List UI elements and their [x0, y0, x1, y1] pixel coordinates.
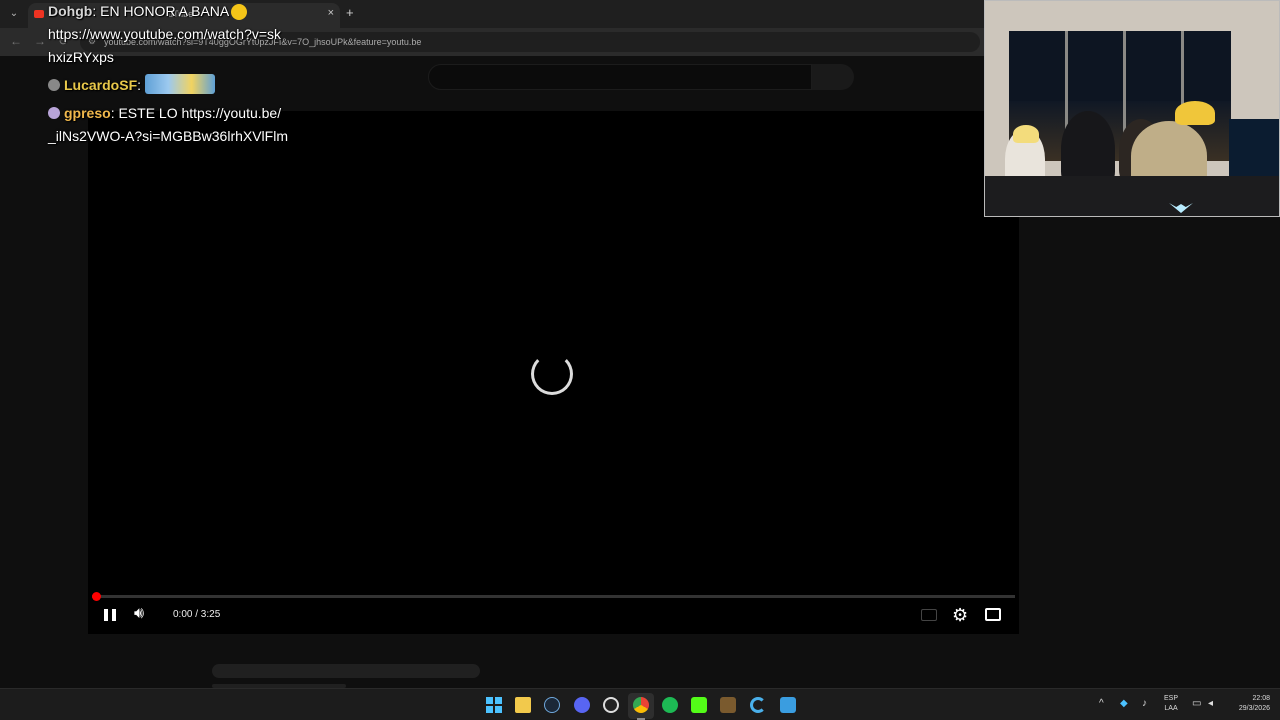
badge-icon — [48, 79, 60, 91]
back-icon[interactable]: ← — [10, 34, 22, 48]
lang-layout: LAA — [1164, 705, 1178, 712]
clock[interactable]: 22:08 29/3/2026 — [1226, 694, 1270, 714]
webcam-person-hat — [1175, 101, 1215, 125]
youtube-favicon — [34, 10, 44, 18]
kick-icon[interactable] — [691, 697, 707, 713]
chat-username: gpreso — [64, 105, 111, 121]
speaker-icon[interactable]: ◂ — [1208, 698, 1213, 709]
subtitles-icon[interactable] — [921, 609, 937, 621]
video-player[interactable]: 🔊︎ 0:00 / 3:25 ⚙ — [88, 111, 1019, 634]
tray-chevron-icon[interactable]: ^ — [1099, 698, 1104, 709]
webcam-overlay — [984, 0, 1280, 217]
chat-text: EN HONOR A BANA — [100, 3, 230, 19]
windows-start-icon[interactable] — [486, 697, 502, 713]
chevron-down-icon[interactable]: ⌄ — [6, 6, 22, 22]
theater-icon[interactable] — [985, 608, 1001, 621]
lang-code: ESP — [1164, 695, 1179, 702]
chat-message: gpreso: ESTE LO https://youtu.be/_ilNs2V… — [48, 105, 288, 144]
clock-time: 22:08 — [1252, 695, 1270, 702]
notepad-icon[interactable] — [780, 697, 796, 713]
search-button[interactable] — [812, 64, 854, 90]
chat-message: LucardoSF: — [48, 74, 288, 97]
webcam-desk — [985, 176, 1279, 216]
spinner-icon — [531, 353, 573, 395]
discord-icon[interactable] — [574, 697, 590, 713]
forward-icon[interactable]: → — [34, 34, 46, 48]
steam-icon[interactable] — [544, 697, 560, 713]
time-display: 0:00 / 3:25 — [173, 609, 221, 620]
webcam-monitor — [1229, 119, 1279, 179]
badge-icon — [48, 107, 60, 119]
spotify-icon[interactable] — [662, 697, 678, 713]
ccleaner-icon[interactable] — [750, 697, 766, 713]
chat-username: Dohgb — [48, 3, 93, 19]
obs-icon[interactable] — [603, 697, 619, 713]
mic-icon[interactable]: ♪ — [1142, 698, 1147, 709]
emote-image — [144, 74, 215, 94]
monitor-icon[interactable]: ▭ — [1192, 698, 1201, 709]
chat-username: LucardoSF — [64, 77, 138, 93]
chrome-icon[interactable] — [633, 697, 649, 713]
settings-icon[interactable]: ⚙ — [952, 605, 968, 626]
emoji-icon — [231, 4, 248, 20]
chat-message: Dohgb: EN HONOR A BANA https://www.youtu… — [48, 0, 288, 69]
progress-scrubber[interactable] — [92, 592, 101, 601]
close-icon[interactable]: × — [328, 7, 334, 19]
title-placeholder — [212, 664, 480, 678]
shield-icon[interactable]: ◆ — [1120, 698, 1128, 709]
search-input[interactable] — [428, 64, 812, 90]
chat-link: https://www.youtube.com/watch?v=skhxizRY… — [48, 26, 282, 65]
plus-icon[interactable]: + — [346, 5, 354, 20]
clock-date: 29/3/2026 — [1238, 705, 1270, 712]
file-explorer-icon[interactable] — [515, 697, 531, 713]
webcam-person-hair — [1013, 125, 1039, 143]
volume-icon[interactable]: 🔊︎ — [134, 605, 144, 623]
taskbar: ^ ◆ ♪ ESP LAA ▭ ◂ 22:08 29/3/2026 — [0, 688, 1280, 720]
language-indicator[interactable]: ESP LAA — [1164, 694, 1178, 714]
pause-icon[interactable] — [102, 605, 118, 625]
minecraft-icon[interactable] — [720, 697, 736, 713]
screen: ⌄ uTube × + ← → ↻ ⚙ youtube.com/watch?si… — [0, 0, 1280, 720]
progress-bar[interactable] — [92, 595, 1015, 598]
